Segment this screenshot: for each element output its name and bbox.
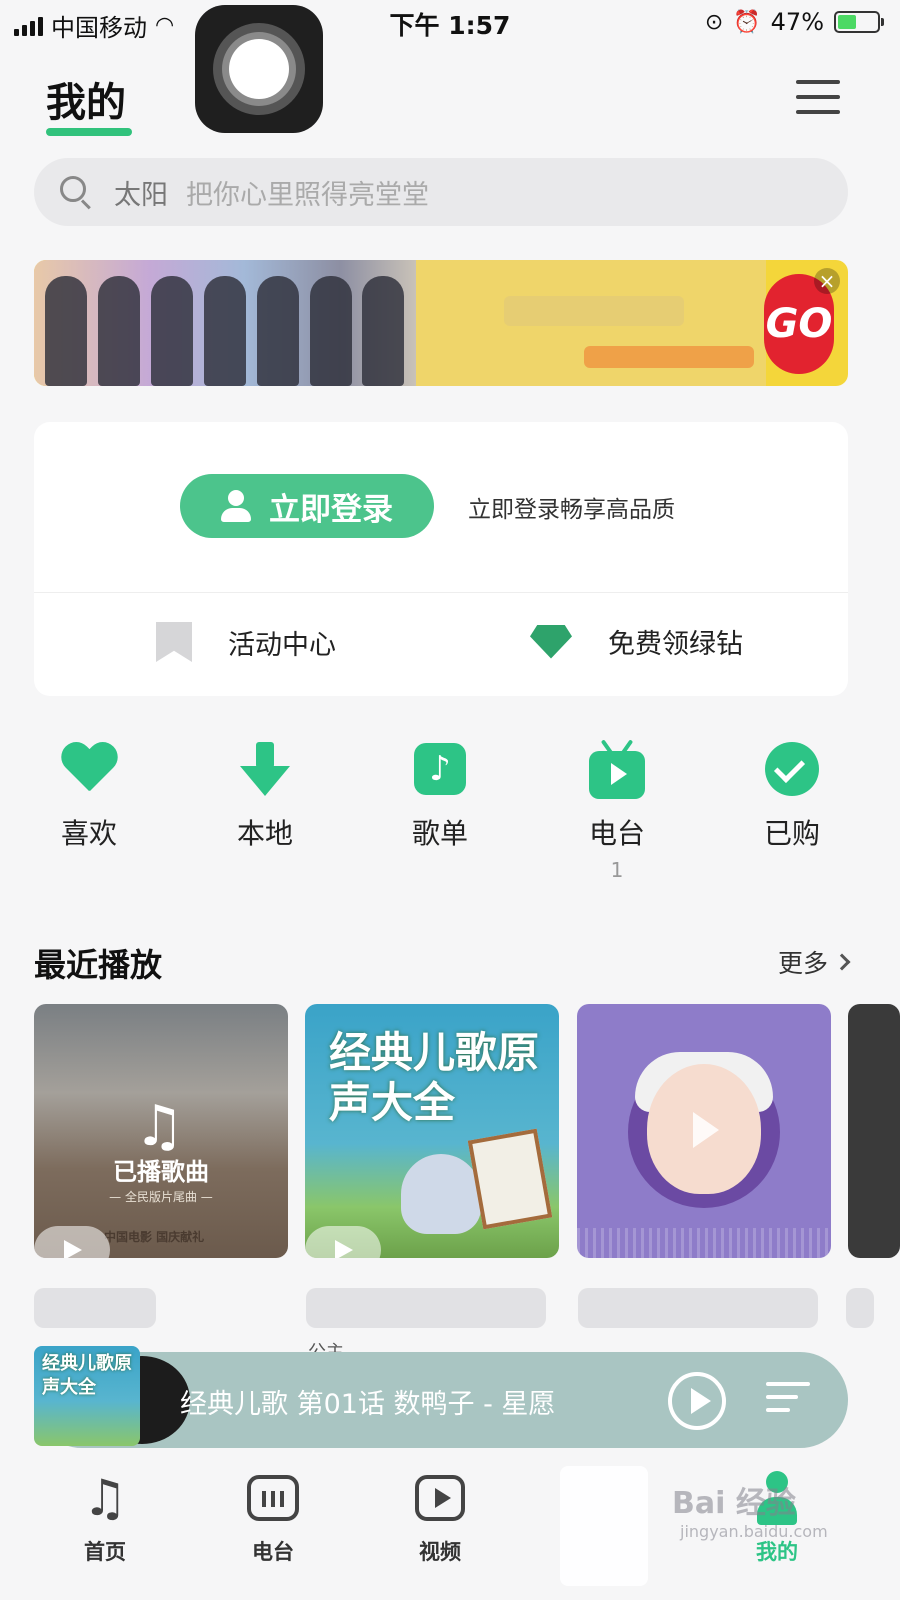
play-icon <box>693 1112 719 1148</box>
quick-actions: 喜欢 本地 ♪ 歌单 电台 1 已购 <box>0 736 900 886</box>
baidu-watermark-url: jingyan.baidu.com <box>680 1522 828 1541</box>
recent-cover[interactable]: ♫ 已播歌曲 — 全民版片尾曲 — 中国电影 国庆献礼 <box>34 1004 288 1258</box>
tab-video[interactable]: 视频 <box>385 1466 495 1566</box>
chevron-right-icon <box>833 953 851 971</box>
activity-center-link[interactable]: 活动中心 <box>156 622 336 662</box>
banner-blurred-line <box>584 346 754 368</box>
page-title: 我的 <box>46 80 126 126</box>
tab-home[interactable]: ♫ 首页 <box>50 1466 160 1566</box>
playlist-queue-icon[interactable] <box>766 1382 810 1420</box>
free-diamond-label: 免费领绿钻 <box>608 629 743 660</box>
login-hint: 立即登录畅享高品质 <box>468 497 675 523</box>
user-icon <box>221 490 251 522</box>
alarm-icon: ⏰ <box>733 9 761 35</box>
playlist-icon: ♪ <box>414 743 466 795</box>
quick-action-label: 本地 <box>236 817 293 850</box>
rotation-lock-icon: ⊙ <box>704 9 724 35</box>
quick-action-playlist[interactable]: ♪ 歌单 <box>380 736 500 852</box>
tab-radio[interactable]: 电台 <box>218 1466 328 1566</box>
recent-list: ♫ 已播歌曲 — 全民版片尾曲 — 中国电影 国庆献礼 经典儿歌原声大全 <box>0 1004 900 1260</box>
music-note-icon: ♫ <box>82 1469 128 1527</box>
heart-icon <box>60 743 118 795</box>
diamond-icon <box>530 624 572 659</box>
radio-tv-icon <box>247 1475 299 1521</box>
search-placeholder: 把你心里照得亮堂堂 <box>186 179 429 211</box>
promo-banner[interactable]: GO × <box>34 260 848 386</box>
play-button[interactable] <box>305 1226 381 1258</box>
radio-count: 1 <box>610 858 624 882</box>
blurred-captions <box>34 1288 874 1344</box>
radio-icon <box>589 739 645 799</box>
banner-artists-image <box>34 260 416 386</box>
assistive-touch-button[interactable] <box>195 5 323 133</box>
free-diamond-link[interactable]: 免费领绿钻 <box>530 622 743 661</box>
cover-footer: 中国电影 国庆献礼 <box>104 1230 205 1244</box>
baidu-watermark: Bai 经验 <box>672 1486 796 1521</box>
quick-action-like[interactable]: 喜欢 <box>29 736 149 852</box>
mini-cover-title: 经典儿歌原声大全 <box>42 1353 132 1398</box>
quick-action-label: 已购 <box>763 817 820 850</box>
quick-action-purchased[interactable]: 已购 <box>732 736 852 852</box>
status-bar: 中国移动 ◠ 下午 1:57 ⊙ ⏰ 47% <box>0 0 900 44</box>
recent-section-title: 最近播放 <box>34 946 163 984</box>
search-keyword: 太阳 <box>114 179 168 211</box>
check-circle-icon <box>765 742 819 796</box>
recent-cover[interactable]: 经典儿歌原声大全 <box>305 1004 559 1258</box>
download-icon <box>240 742 290 796</box>
menu-icon[interactable] <box>796 80 840 116</box>
mini-player-cover[interactable]: 经典儿歌原声大全 <box>34 1346 140 1446</box>
quick-action-label: 电台 <box>588 817 645 850</box>
quick-action-radio[interactable]: 电台 1 <box>557 736 677 882</box>
login-card: 立即登录 立即登录畅享高品质 活动中心 免费领绿钻 <box>34 422 848 696</box>
recent-cover[interactable] <box>577 1004 831 1258</box>
video-play-icon <box>415 1475 465 1521</box>
banner-blurred-line <box>504 296 684 326</box>
blurred-tab <box>560 1466 648 1586</box>
title-underline <box>46 128 132 136</box>
login-button[interactable]: 立即登录 <box>180 474 434 538</box>
close-icon[interactable]: × <box>814 268 840 294</box>
easel-illustration <box>467 1128 553 1230</box>
sound-bars <box>577 1228 831 1258</box>
login-button-label: 立即登录 <box>269 491 393 528</box>
quick-action-label: 歌单 <box>411 817 468 850</box>
divider <box>34 592 848 593</box>
played-songs-label: 已播歌曲 <box>113 1158 209 1186</box>
cover-subtitle: — 全民版片尾曲 — <box>109 1190 213 1204</box>
quick-action-label: 喜欢 <box>60 817 117 850</box>
tab-label: 电台 <box>252 1540 294 1564</box>
tab-label: 视频 <box>419 1540 461 1564</box>
quick-action-local[interactable]: 本地 <box>205 736 325 852</box>
more-label: 更多 <box>777 949 828 978</box>
tab-label: 首页 <box>84 1540 126 1564</box>
elephant-illustration <box>401 1154 481 1234</box>
recent-cover[interactable] <box>848 1004 900 1258</box>
battery-icon <box>834 11 884 33</box>
play-button[interactable] <box>34 1226 110 1258</box>
mini-player-track: 经典儿歌 第01话 数鸭子 - 星愿 <box>180 1389 556 1420</box>
battery-percent: 47% <box>770 8 824 36</box>
status-right: ⊙ ⏰ 47% <box>704 8 884 36</box>
mini-play-button[interactable] <box>668 1372 726 1430</box>
search-icon <box>58 174 94 210</box>
search-bar[interactable]: 太阳 把你心里照得亮堂堂 <box>34 158 848 226</box>
bookmark-icon <box>156 622 192 662</box>
cover-title: 经典儿歌原声大全 <box>329 1028 540 1127</box>
activity-center-label: 活动中心 <box>228 629 336 661</box>
more-link[interactable]: 更多 <box>777 944 851 980</box>
music-note-icon: ♫ <box>134 1094 185 1159</box>
